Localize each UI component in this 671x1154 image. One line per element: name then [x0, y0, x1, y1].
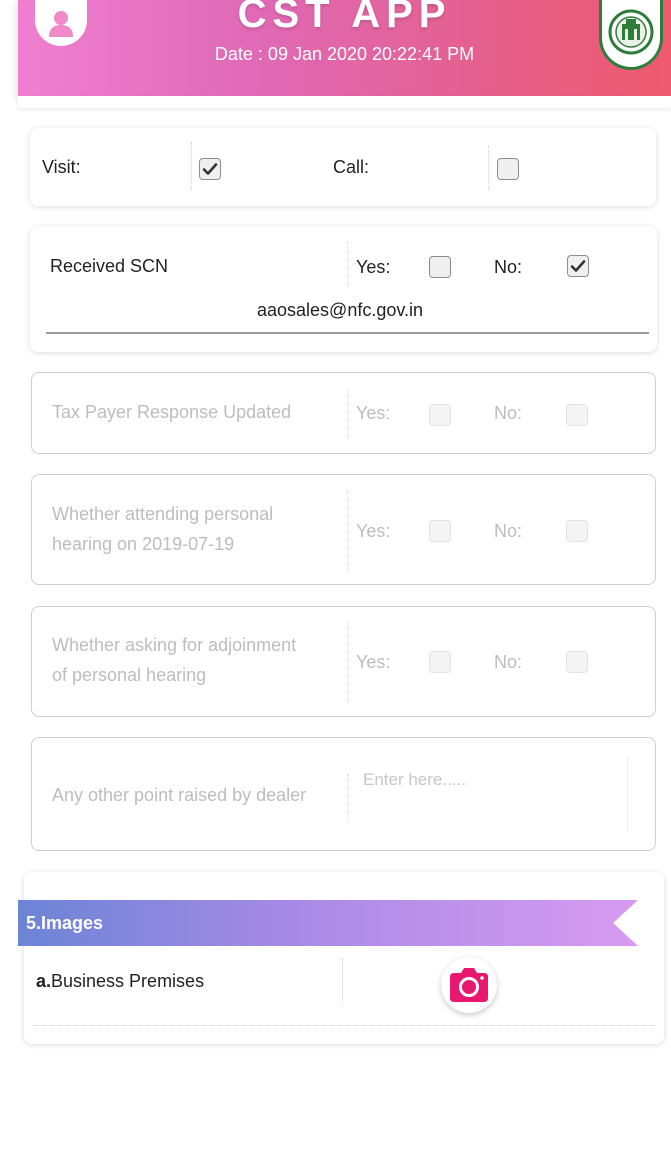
divider	[342, 958, 343, 1004]
question-no-checkbox[interactable]	[566, 651, 588, 673]
question-card-attending-hearing: Whether attending personal hearing on 20…	[31, 474, 656, 585]
divider	[347, 391, 348, 439]
row-divider	[32, 1025, 655, 1026]
app-title: CST APP	[237, 0, 452, 36]
question-label: Tax Payer Response Updated	[52, 402, 292, 422]
email-underline	[46, 332, 649, 334]
other-point-label: Any other point raised by dealer	[52, 785, 307, 805]
visit-checkbox[interactable]	[199, 158, 221, 180]
question-yes-checkbox[interactable]	[429, 520, 451, 542]
question-label-line2: of personal hearing	[52, 665, 207, 685]
question-label-line2: hearing on 2019-07-19	[52, 534, 235, 554]
emblem-logo	[599, 0, 663, 70]
camera-icon	[450, 968, 488, 1002]
received-scn-card: Received SCN Yes: No: aaosales@nfc.gov.i…	[30, 226, 657, 352]
camera-button[interactable]	[441, 957, 497, 1013]
app-header: CST APP Date : 09 Jan 2020 20:22:41 PM	[18, 0, 671, 96]
question-card-adjournment: Whether asking for adjoinment of persona…	[31, 606, 656, 717]
question-card-tax-response: Tax Payer Response Updated Yes: No:	[31, 372, 656, 454]
divider	[347, 242, 348, 288]
divider	[347, 623, 348, 703]
question-label-line1: Whether attending personal	[52, 504, 274, 524]
divider	[347, 491, 348, 571]
call-checkbox[interactable]	[497, 158, 519, 180]
header-bottom-strip	[18, 96, 671, 108]
question-yes-label: Yes:	[356, 403, 391, 423]
header-date: Date : 09 Jan 2020 20:22:41 PM	[214, 44, 475, 64]
input-right-border	[627, 756, 628, 832]
question-no-checkbox[interactable]	[566, 404, 588, 426]
check-icon	[202, 163, 218, 175]
received-scn-label: Received SCN	[50, 256, 169, 276]
scn-no-checkbox[interactable]	[567, 255, 589, 277]
business-premises-label: a.Business Premises	[36, 971, 204, 992]
item-prefix: a.	[36, 971, 52, 991]
question-yes-label: Yes:	[356, 652, 391, 672]
question-yes-checkbox[interactable]	[429, 651, 451, 673]
question-no-label: No:	[494, 403, 523, 423]
question-no-label: No:	[494, 521, 523, 541]
item-label: Business Premises	[51, 971, 205, 991]
question-yes-label: Yes:	[356, 521, 391, 541]
other-point-input[interactable]: Enter here.....	[363, 770, 466, 790]
visit-label: Visit:	[42, 157, 81, 177]
scn-no-label: No:	[494, 257, 523, 277]
divider	[347, 774, 348, 820]
scn-yes-checkbox[interactable]	[429, 256, 451, 278]
contact-mode-card: Visit: Call:	[30, 128, 656, 206]
divider	[488, 146, 489, 190]
question-no-label: No:	[494, 652, 523, 672]
images-section-banner: 5.Images	[18, 900, 638, 946]
divider	[191, 142, 192, 190]
question-label-line1: Whether asking for adjoinment	[52, 635, 297, 655]
question-yes-checkbox[interactable]	[429, 404, 451, 426]
scn-email-field[interactable]: aaosales@nfc.gov.in	[257, 300, 423, 321]
other-point-card: Any other point raised by dealer Enter h…	[31, 737, 656, 851]
call-label: Call:	[333, 157, 370, 177]
images-section-card	[24, 872, 664, 1044]
scn-yes-label: Yes:	[356, 257, 391, 277]
check-icon	[570, 260, 586, 272]
images-section-title: 5.Images	[26, 913, 104, 933]
question-no-checkbox[interactable]	[566, 520, 588, 542]
